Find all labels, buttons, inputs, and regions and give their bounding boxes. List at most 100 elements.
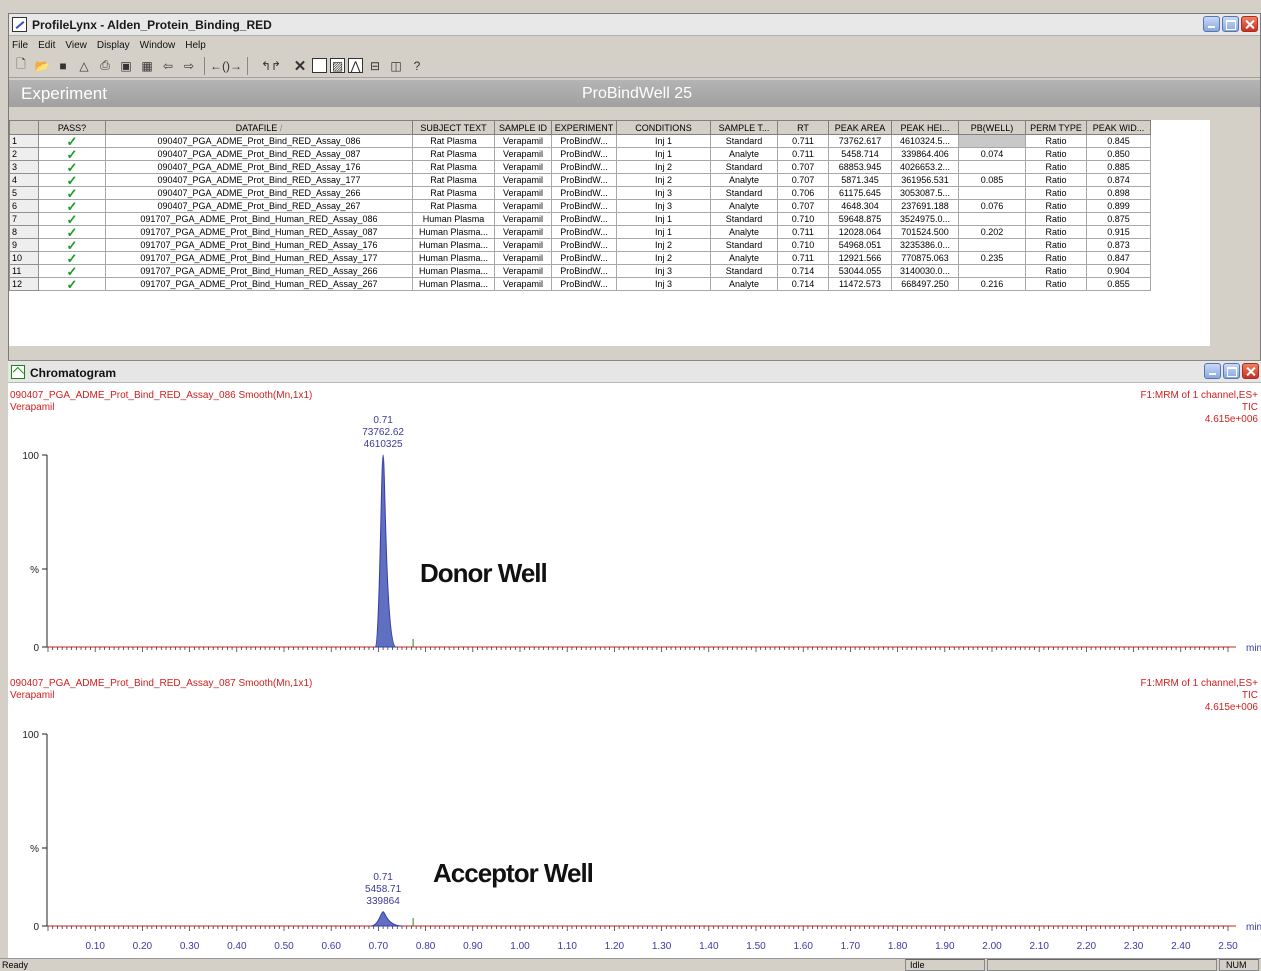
column-header[interactable]: PEAK AREA	[828, 120, 892, 135]
results-grid[interactable]: PASS? DATAFILE / SUBJECT TEXT SAMPLE ID …	[9, 120, 1210, 346]
columns-icon[interactable]: ◫	[387, 57, 405, 75]
table-row[interactable]: 8 ✓ 091707_PGA_ADME_Prot_Bind_Human_RED_As…	[9, 225, 1151, 239]
table-row[interactable]: 5 ✓ 090407_PGA_ADME_Prot_Bind_RED_Assay_26…	[9, 186, 1151, 200]
chromatogram-icon[interactable]: ▨	[330, 58, 345, 73]
window-icon[interactable]	[312, 58, 327, 73]
experiment-label: Experiment	[21, 84, 107, 103]
table-row[interactable]: 6 ✓ 090407_PGA_ADME_Prot_Bind_RED_Assay_26…	[9, 199, 1151, 213]
x-tick-label: 2.30	[1124, 941, 1144, 952]
arrow-right-icon[interactable]: ⇨	[180, 57, 198, 75]
datafile-cell: 091707_PGA_ADME_Prot_Bind_Human_RED_Assa…	[105, 277, 413, 291]
menu-edit[interactable]: Edit	[38, 40, 55, 51]
chromatogram-maximize-button[interactable]	[1223, 363, 1240, 379]
copy-icon[interactable]: ▣	[117, 57, 135, 75]
table-cell: 0.904	[1086, 264, 1151, 278]
grid-icon[interactable]: ▦	[138, 57, 156, 75]
datafile-cell: 090407_PGA_ADME_Prot_Bind_RED_Assay_267	[105, 199, 413, 213]
row-number: 3	[9, 160, 39, 174]
column-header[interactable]: CONDITIONS	[616, 120, 711, 135]
column-header[interactable]: RT	[777, 120, 829, 135]
bracket-icon[interactable]: ←()→	[210, 57, 242, 75]
help-icon[interactable]: ?	[408, 57, 426, 75]
menu-file[interactable]: File	[12, 40, 28, 51]
row-number: 8	[9, 225, 39, 239]
x-tick-label: 1.80	[888, 941, 908, 952]
table-row[interactable]: 2 ✓ 090407_PGA_ADME_Prot_Bind_RED_Assay_08…	[9, 147, 1151, 161]
column-header[interactable]: SAMPLE T...	[710, 120, 778, 135]
peak-icon[interactable]: ↰↱	[254, 57, 288, 75]
open-icon[interactable]: 📂	[33, 57, 51, 75]
table-cell: 0.235	[958, 251, 1026, 265]
menu-window[interactable]: Window	[140, 40, 176, 51]
table-cell: 68853.945	[828, 160, 892, 174]
chromatogram-close-button[interactable]	[1242, 363, 1259, 379]
menu-help[interactable]: Help	[185, 40, 206, 51]
chart-icon[interactable]: △	[75, 57, 93, 75]
cross-icon[interactable]: ✕	[291, 57, 309, 75]
table-cell	[958, 160, 1026, 174]
column-header[interactable]: PERM TYPE	[1025, 120, 1087, 135]
table-row[interactable]: 9 ✓ 091707_PGA_ADME_Prot_Bind_Human_RED_As…	[9, 238, 1151, 252]
table-cell: 0.714	[777, 264, 829, 278]
print-icon[interactable]: ⎙	[96, 57, 114, 75]
results-table: PASS? DATAFILE / SUBJECT TEXT SAMPLE ID …	[9, 120, 1151, 291]
chromatogram-title: Chromatogram	[30, 366, 117, 380]
table-cell	[958, 134, 1026, 148]
close-button[interactable]	[1241, 16, 1258, 32]
column-header[interactable]: EXPERIMENT	[551, 120, 617, 135]
column-header[interactable]: SAMPLE ID	[494, 120, 552, 135]
table-row[interactable]: 4 ✓ 090407_PGA_ADME_Prot_Bind_RED_Assay_17…	[9, 173, 1151, 187]
split-icon[interactable]: ⊟	[366, 57, 384, 75]
table-row[interactable]: 3 ✓ 090407_PGA_ADME_Prot_Bind_RED_Assay_17…	[9, 160, 1151, 174]
table-cell: Rat Plasma	[412, 173, 495, 187]
maximize-button[interactable]	[1222, 16, 1239, 32]
pass-check-icon: ✓	[38, 277, 106, 291]
table-cell	[958, 212, 1026, 226]
table-cell: 54968.051	[828, 238, 892, 252]
table-cell: 61175.645	[828, 186, 892, 200]
column-header[interactable]: PEAK WID...	[1086, 120, 1151, 135]
table-cell: Human Plasma...	[412, 277, 495, 291]
table-cell: ProBindW...	[551, 186, 617, 200]
row-number-header[interactable]	[9, 120, 39, 135]
table-icon[interactable]: ⋀	[348, 58, 363, 73]
status-num: NUM	[1226, 960, 1247, 970]
table-cell: Standard	[710, 160, 778, 174]
table-cell: Verapamil	[494, 238, 552, 252]
new-icon[interactable]: 🗋	[12, 57, 30, 75]
panel-compound: Verapamil	[10, 402, 54, 413]
table-cell: 0.850	[1086, 147, 1151, 161]
table-cell: 0.711	[777, 251, 829, 265]
table-row[interactable]: 1 ✓ 090407_PGA_ADME_Prot_Bind_RED_Assay_08…	[9, 134, 1151, 148]
menu-display[interactable]: Display	[97, 40, 130, 51]
column-header[interactable]: PB(WELL)	[958, 120, 1026, 135]
column-header[interactable]: PEAK HEI...	[891, 120, 959, 135]
table-row[interactable]: 10 ✓ 091707_PGA_ADME_Prot_Bind_Human_RED_A…	[9, 251, 1151, 265]
chromatogram-plot[interactable]: 090407_PGA_ADME_Prot_Bind_RED_Assay_086 …	[8, 383, 1261, 959]
menu-bar: File Edit View Display Window Help	[9, 37, 1260, 54]
menu-view[interactable]: View	[65, 40, 87, 51]
table-cell: 0.707	[777, 160, 829, 174]
arrow-left-icon[interactable]: ⇦	[159, 57, 177, 75]
table-row[interactable]: 12 ✓ 091707_PGA_ADME_Prot_Bind_Human_RED_A…	[9, 277, 1151, 291]
chromatogram-peak	[374, 454, 397, 648]
peak-height-label: 339864	[366, 896, 400, 907]
column-header-datafile[interactable]: DATAFILE /	[105, 120, 413, 135]
y-tick-label: 100	[22, 730, 39, 741]
table-cell: ProBindW...	[551, 160, 617, 174]
x-tick-label: 1.90	[935, 941, 955, 952]
table-cell: 53044.055	[828, 264, 892, 278]
column-header[interactable]: PASS?	[38, 120, 106, 135]
column-header[interactable]: SUBJECT TEXT	[412, 120, 495, 135]
table-row[interactable]: 7 ✓ 091707_PGA_ADME_Prot_Bind_Human_RED_As…	[9, 212, 1151, 226]
y-tick-label: %	[30, 565, 39, 576]
table-cell: Human Plasma	[412, 212, 495, 226]
table-cell: 0.898	[1086, 186, 1151, 200]
table-cell: ProBindW...	[551, 134, 617, 148]
chromatogram-minimize-button[interactable]	[1204, 363, 1221, 379]
table-cell: Verapamil	[494, 173, 552, 187]
table-row[interactable]: 11 ✓ 091707_PGA_ADME_Prot_Bind_Human_RED_A…	[9, 264, 1151, 278]
minimize-button[interactable]	[1203, 16, 1220, 32]
table-cell: Ratio	[1025, 186, 1087, 200]
save-icon[interactable]: ■	[54, 57, 72, 75]
